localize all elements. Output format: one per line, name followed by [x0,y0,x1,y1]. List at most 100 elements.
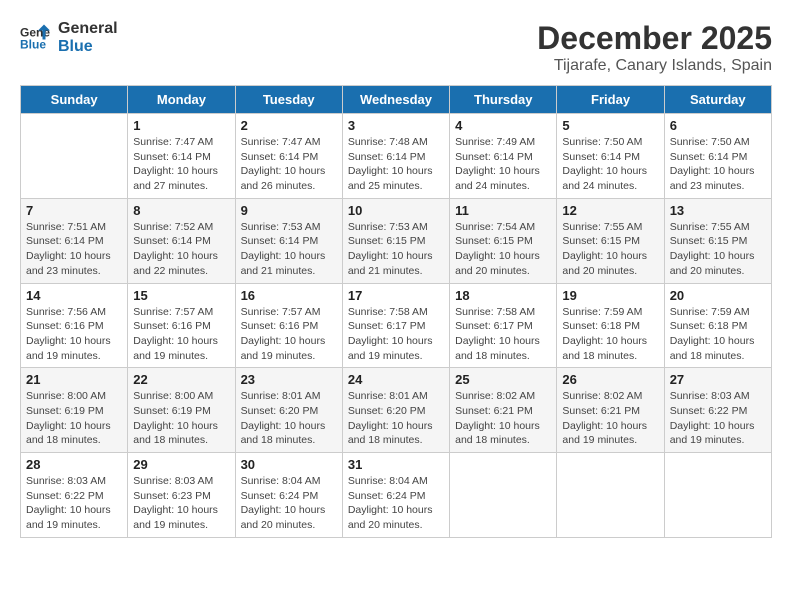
day-info: Sunrise: 7:55 AM Sunset: 6:15 PM Dayligh… [670,220,766,279]
day-info: Sunrise: 7:58 AM Sunset: 6:17 PM Dayligh… [455,305,551,364]
calendar-cell: 18Sunrise: 7:58 AM Sunset: 6:17 PM Dayli… [450,283,557,368]
day-number: 11 [455,203,551,218]
day-number: 4 [455,118,551,133]
calendar-cell: 12 Sunrise: 7:55 AM Sunset: 6:15 PM Dayli… [557,198,664,283]
logo-icon: General Blue [20,23,50,53]
day-info: Sunrise: 8:03 AM Sunset: 6:22 PM Dayligh… [670,389,766,448]
calendar-cell: 29 Sunrise: 8:03 AM Sunset: 6:23 PM Dayli… [128,453,235,538]
calendar-cell: 16Sunrise: 7:57 AM Sunset: 6:16 PM Dayli… [235,283,342,368]
day-info: Sunrise: 7:48 AM Sunset: 6:14 PM Dayligh… [348,135,444,194]
calendar-cell: 17 Sunrise: 7:58 AM Sunset: 6:17 PM Dayli… [342,283,449,368]
calendar-cell: 31Sunrise: 8:04 AM Sunset: 6:24 PM Dayli… [342,453,449,538]
calendar-cell: 4 Sunrise: 7:49 AM Sunset: 6:14 PM Daylig… [450,114,557,199]
day-number: 28 [26,457,122,472]
day-info: Sunrise: 7:47 AM Sunset: 6:14 PM Dayligh… [133,135,229,194]
day-number: 9 [241,203,337,218]
column-header-thursday: Thursday [450,86,557,114]
day-info: Sunrise: 7:51 AM Sunset: 6:14 PM Dayligh… [26,220,122,279]
day-info: Sunrise: 8:02 AM Sunset: 6:21 PM Dayligh… [562,389,658,448]
day-number: 10 [348,203,444,218]
day-info: Sunrise: 7:53 AM Sunset: 6:14 PM Dayligh… [241,220,337,279]
title-block: December 2025 Tijarafe, Canary Islands, … [537,20,772,75]
day-number: 7 [26,203,122,218]
day-number: 21 [26,372,122,387]
day-number: 31 [348,457,444,472]
day-number: 23 [241,372,337,387]
day-info: Sunrise: 8:01 AM Sunset: 6:20 PM Dayligh… [348,389,444,448]
day-number: 15 [133,288,229,303]
day-number: 5 [562,118,658,133]
day-number: 6 [670,118,766,133]
week-row-4: 21 Sunrise: 8:00 AM Sunset: 6:19 PM Dayli… [21,368,772,453]
calendar-cell: 10Sunrise: 7:53 AM Sunset: 6:15 PM Dayli… [342,198,449,283]
day-info: Sunrise: 7:59 AM Sunset: 6:18 PM Dayligh… [562,305,658,364]
calendar-cell: 22 Sunrise: 8:00 AM Sunset: 6:19 PM Dayli… [128,368,235,453]
calendar-cell: 6 Sunrise: 7:50 AM Sunset: 6:14 PM Daylig… [664,114,771,199]
logo-line1: General [58,20,118,38]
calendar-cell: 27 Sunrise: 8:03 AM Sunset: 6:22 PM Dayli… [664,368,771,453]
day-info: Sunrise: 7:57 AM Sunset: 6:16 PM Dayligh… [241,305,337,364]
calendar-cell: 25Sunrise: 8:02 AM Sunset: 6:21 PM Dayli… [450,368,557,453]
calendar-cell [557,453,664,538]
column-header-tuesday: Tuesday [235,86,342,114]
day-number: 14 [26,288,122,303]
calendar-cell [664,453,771,538]
day-number: 29 [133,457,229,472]
day-info: Sunrise: 8:00 AM Sunset: 6:19 PM Dayligh… [26,389,122,448]
day-number: 1 [133,118,229,133]
day-number: 26 [562,372,658,387]
week-row-3: 14 Sunrise: 7:56 AM Sunset: 6:16 PM Dayli… [21,283,772,368]
day-info: Sunrise: 7:49 AM Sunset: 6:14 PM Dayligh… [455,135,551,194]
calendar-table: SundayMondayTuesdayWednesdayThursdayFrid… [20,85,772,538]
day-number: 22 [133,372,229,387]
column-header-friday: Friday [557,86,664,114]
column-header-wednesday: Wednesday [342,86,449,114]
column-header-sunday: Sunday [21,86,128,114]
column-header-monday: Monday [128,86,235,114]
day-info: Sunrise: 8:01 AM Sunset: 6:20 PM Dayligh… [241,389,337,448]
calendar-cell: 23 Sunrise: 8:01 AM Sunset: 6:20 PM Dayli… [235,368,342,453]
calendar-title: December 2025 [537,20,772,57]
day-info: Sunrise: 7:58 AM Sunset: 6:17 PM Dayligh… [348,305,444,364]
calendar-cell: 8Sunrise: 7:52 AM Sunset: 6:14 PM Daylig… [128,198,235,283]
day-number: 3 [348,118,444,133]
calendar-cell: 11 Sunrise: 7:54 AM Sunset: 6:15 PM Dayli… [450,198,557,283]
calendar-subtitle: Tijarafe, Canary Islands, Spain [537,57,772,75]
day-info: Sunrise: 8:03 AM Sunset: 6:23 PM Dayligh… [133,474,229,533]
calendar-cell: 20Sunrise: 7:59 AM Sunset: 6:18 PM Dayli… [664,283,771,368]
week-row-2: 7 Sunrise: 7:51 AM Sunset: 6:14 PM Daylig… [21,198,772,283]
week-row-5: 28 Sunrise: 8:03 AM Sunset: 6:22 PM Dayli… [21,453,772,538]
day-info: Sunrise: 8:00 AM Sunset: 6:19 PM Dayligh… [133,389,229,448]
day-info: Sunrise: 8:04 AM Sunset: 6:24 PM Dayligh… [241,474,337,533]
calendar-cell: 3 Sunrise: 7:48 AM Sunset: 6:14 PM Daylig… [342,114,449,199]
calendar-cell: 21 Sunrise: 8:00 AM Sunset: 6:19 PM Dayli… [21,368,128,453]
day-number: 2 [241,118,337,133]
day-number: 17 [348,288,444,303]
day-info: Sunrise: 7:56 AM Sunset: 6:16 PM Dayligh… [26,305,122,364]
day-info: Sunrise: 7:55 AM Sunset: 6:15 PM Dayligh… [562,220,658,279]
day-number: 25 [455,372,551,387]
day-number: 27 [670,372,766,387]
day-info: Sunrise: 7:50 AM Sunset: 6:14 PM Dayligh… [670,135,766,194]
calendar-cell: 2 Sunrise: 7:47 AM Sunset: 6:14 PM Daylig… [235,114,342,199]
week-row-1: 1 Sunrise: 7:47 AM Sunset: 6:14 PM Daylig… [21,114,772,199]
calendar-cell: 7 Sunrise: 7:51 AM Sunset: 6:14 PM Daylig… [21,198,128,283]
day-info: Sunrise: 7:57 AM Sunset: 6:16 PM Dayligh… [133,305,229,364]
calendar-cell: 19 Sunrise: 7:59 AM Sunset: 6:18 PM Dayli… [557,283,664,368]
calendar-cell: 13Sunrise: 7:55 AM Sunset: 6:15 PM Dayli… [664,198,771,283]
day-number: 19 [562,288,658,303]
calendar-cell: 30Sunrise: 8:04 AM Sunset: 6:24 PM Dayli… [235,453,342,538]
calendar-cell: 26 Sunrise: 8:02 AM Sunset: 6:21 PM Dayli… [557,368,664,453]
calendar-cell: 5Sunrise: 7:50 AM Sunset: 6:14 PM Daylig… [557,114,664,199]
day-info: Sunrise: 7:47 AM Sunset: 6:14 PM Dayligh… [241,135,337,194]
logo-line2: Blue [58,38,118,56]
calendar-cell [450,453,557,538]
calendar-cell: 15 Sunrise: 7:57 AM Sunset: 6:16 PM Dayli… [128,283,235,368]
day-info: Sunrise: 7:52 AM Sunset: 6:14 PM Dayligh… [133,220,229,279]
page-header: General Blue General Blue December 2025 … [20,20,772,75]
day-info: Sunrise: 8:03 AM Sunset: 6:22 PM Dayligh… [26,474,122,533]
svg-text:Blue: Blue [20,37,46,51]
day-info: Sunrise: 7:54 AM Sunset: 6:15 PM Dayligh… [455,220,551,279]
calendar-cell: 24Sunrise: 8:01 AM Sunset: 6:20 PM Dayli… [342,368,449,453]
day-number: 12 [562,203,658,218]
